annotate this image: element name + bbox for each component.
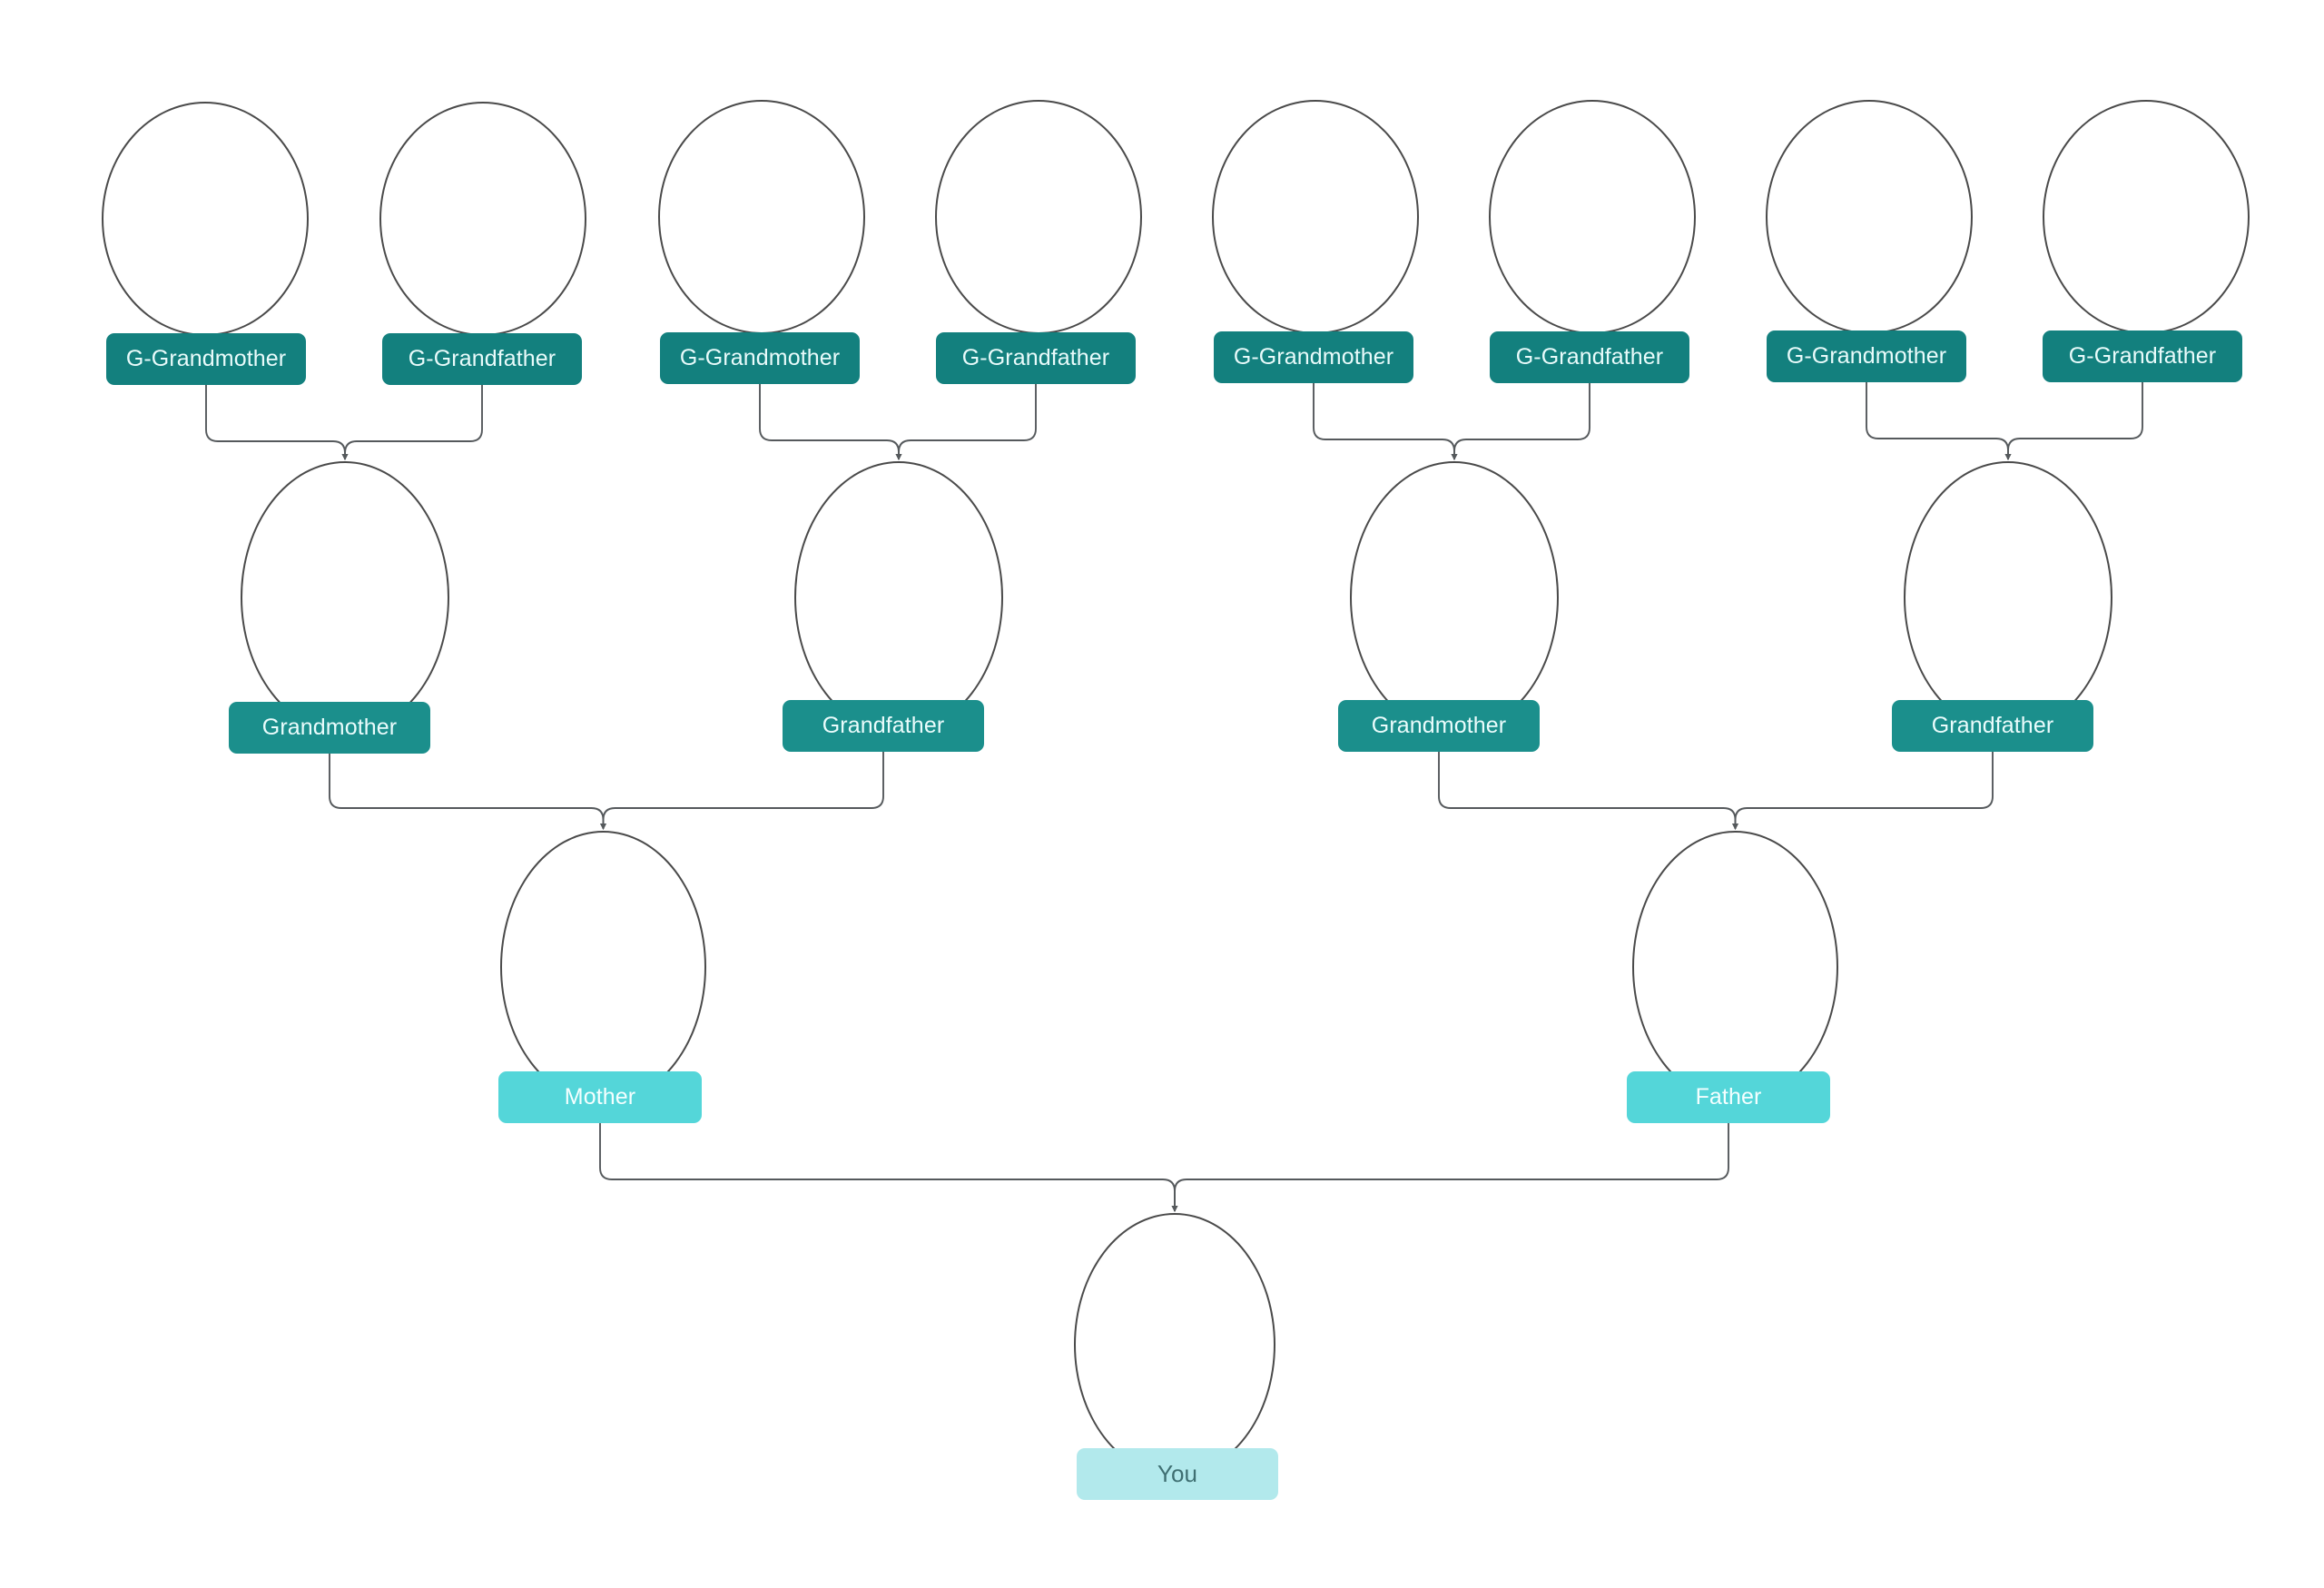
person-label-ggm1[interactable]: G-Grandmother <box>106 333 306 385</box>
person-label-ggf4[interactable]: G-Grandfather <box>2043 330 2242 382</box>
person-label-gf1[interactable]: Grandfather <box>783 700 984 752</box>
person-label-gf2[interactable]: Grandfather <box>1892 700 2093 752</box>
person-label-ggf3[interactable]: G-Grandfather <box>1490 331 1689 383</box>
person-ellipse-gf2[interactable] <box>1904 461 2112 734</box>
person-ellipse-ggm4[interactable] <box>1766 100 1973 334</box>
person-label-mother[interactable]: Mother <box>498 1071 702 1123</box>
person-label-ggm3[interactable]: G-Grandmother <box>1214 331 1413 383</box>
person-ellipse-ggm2[interactable] <box>658 100 865 334</box>
person-ellipse-mother[interactable] <box>500 831 706 1103</box>
person-ellipse-ggm1[interactable] <box>102 102 309 336</box>
person-label-ggm4[interactable]: G-Grandmother <box>1767 330 1966 382</box>
person-label-father[interactable]: Father <box>1627 1071 1830 1123</box>
person-ellipse-gm2[interactable] <box>1350 461 1559 734</box>
person-ellipse-gf1[interactable] <box>794 461 1003 734</box>
person-ellipse-ggf1[interactable] <box>379 102 586 336</box>
family-tree-canvas: G-Grandmother G-Grandfather G-Grandmother G… <box>0 0 2324 1588</box>
person-label-ggf1[interactable]: G-Grandfather <box>382 333 582 385</box>
person-label-ggm2[interactable]: G-Grandmother <box>660 332 860 384</box>
node-layer: G-Grandmother G-Grandfather G-Grandmother G… <box>0 0 2324 1588</box>
person-ellipse-ggf2[interactable] <box>935 100 1142 334</box>
person-label-ggf2[interactable]: G-Grandfather <box>936 332 1136 384</box>
person-label-gm2[interactable]: Grandmother <box>1338 700 1540 752</box>
person-label-gm1[interactable]: Grandmother <box>229 702 430 754</box>
person-ellipse-ggm3[interactable] <box>1212 100 1419 334</box>
person-ellipse-ggf3[interactable] <box>1489 100 1696 334</box>
person-ellipse-ggf4[interactable] <box>2043 100 2250 334</box>
person-ellipse-father[interactable] <box>1632 831 1838 1103</box>
person-ellipse-gm1[interactable] <box>241 461 449 734</box>
person-ellipse-you[interactable] <box>1074 1213 1275 1476</box>
person-label-you[interactable]: You <box>1077 1448 1278 1500</box>
